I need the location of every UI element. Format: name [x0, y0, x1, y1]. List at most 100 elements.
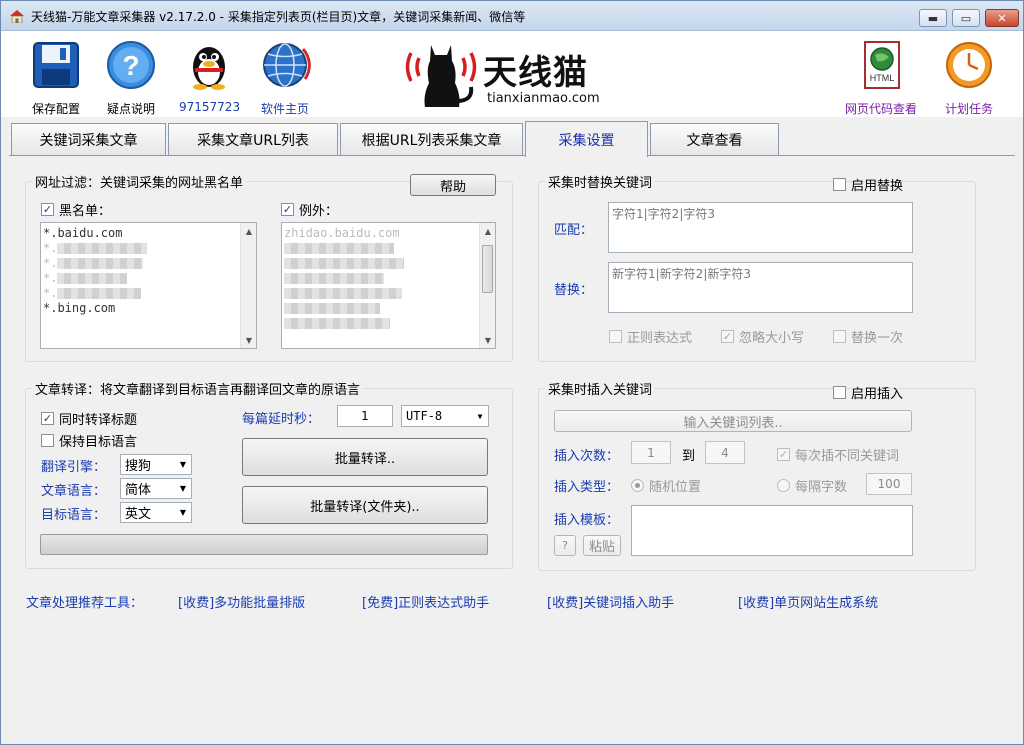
- radio-selected-icon: [631, 479, 644, 492]
- scheduled-task-button[interactable]: 计划任务: [937, 35, 1001, 117]
- scroll-down-icon[interactable]: ▼: [480, 332, 495, 348]
- minimize-button[interactable]: ▬: [919, 9, 947, 27]
- to-label: 到: [682, 449, 696, 464]
- software-home-button[interactable]: 软件主页: [255, 35, 315, 117]
- save-config-button[interactable]: 保存配置: [27, 35, 85, 117]
- help-notes-button[interactable]: ? 疑点说明: [101, 35, 161, 117]
- list-item: *.: [41, 286, 256, 301]
- window-title: 天线猫-万能文章采集器 v2.17.2.0 - 采集指定列表页(栏目页)文章，关…: [31, 10, 526, 24]
- encoding-value: UTF-8: [406, 409, 443, 423]
- qq-contact-button[interactable]: 97157723: [179, 35, 240, 114]
- link-keyword-insert-helper[interactable]: [收费]关键词插入助手: [547, 592, 674, 611]
- html-code-view-button[interactable]: HTML 网页代码查看: [841, 35, 921, 117]
- list-item: [282, 286, 495, 301]
- enable-insert-checkbox[interactable]: 启用插入: [833, 383, 903, 402]
- sync-title-checkbox[interactable]: ✓ 同时转译标题: [41, 409, 137, 428]
- scroll-thumb[interactable]: [482, 245, 493, 293]
- match-textarea[interactable]: 字符1|字符2|字符3: [608, 202, 913, 253]
- blacklist-checkbox[interactable]: ✓ 黑名单：: [41, 200, 111, 219]
- every-n-chars-label: 每隔字数: [795, 480, 848, 495]
- every-n-chars-radio[interactable]: 每隔字数: [777, 476, 847, 495]
- regex-label: 正则表达式: [627, 331, 693, 346]
- scroll-up-icon[interactable]: ▲: [480, 223, 495, 239]
- logo-domain-text: tianxianmao.com: [487, 91, 600, 106]
- close-button[interactable]: ✕: [985, 9, 1019, 27]
- chevron-down-icon: ▼: [179, 460, 187, 469]
- exception-textarea[interactable]: zhidao.baidu.com ▲ ▼: [281, 222, 496, 349]
- scroll-up-icon[interactable]: ▲: [241, 223, 256, 239]
- exception-checkbox[interactable]: ✓ 例外：: [281, 200, 338, 219]
- checkbox-box: [833, 330, 846, 343]
- link-regex-helper[interactable]: [免费]正则表达式助手: [362, 592, 489, 611]
- replace-once-label: 替换一次: [851, 331, 904, 346]
- cat-antenna-logo-icon: [405, 45, 477, 107]
- ignore-case-checkbox[interactable]: ✓ 忽略大小写: [721, 327, 804, 346]
- blacklist-label: 黑名单：: [59, 204, 112, 219]
- encoding-select[interactable]: UTF-8 ▼: [401, 405, 489, 427]
- maximize-button[interactable]: ▭: [952, 9, 980, 27]
- every-n-chars-input[interactable]: 100: [866, 473, 912, 495]
- replace-once-checkbox[interactable]: 替换一次: [833, 327, 903, 346]
- list-item: *.: [41, 271, 256, 286]
- list-item: *.baidu.com: [43, 226, 123, 240]
- insert-count-from-input[interactable]: 1: [631, 441, 671, 464]
- tools-label: 文章处理推荐工具：: [26, 596, 144, 611]
- paste-button[interactable]: 粘贴: [583, 535, 621, 556]
- enable-insert-label: 启用插入: [851, 387, 904, 402]
- tab-keyword-collect[interactable]: 关键词采集文章: [11, 123, 166, 156]
- title-bar: 天线猫-万能文章采集器 v2.17.2.0 - 采集指定列表页(栏目页)文章，关…: [1, 1, 1023, 31]
- blacklist-scrollbar[interactable]: ▲ ▼: [240, 223, 256, 348]
- batch-translate-button[interactable]: 批量转译..: [242, 438, 488, 476]
- insert-count-label: 插入次数：: [554, 449, 620, 464]
- link-single-page-site-generator[interactable]: [收费]单页网站生成系统: [738, 592, 878, 611]
- replace-textarea[interactable]: 新字符1|新字符2|新字符3: [608, 262, 913, 313]
- target-lang-value: 英文: [125, 507, 152, 522]
- blacklist-textarea[interactable]: *.baidu.com *. *. *. *. *.bing.com ▲ ▼: [40, 222, 257, 349]
- list-item: zhidao.baidu.com: [284, 226, 400, 240]
- exception-scrollbar[interactable]: ▲ ▼: [479, 223, 495, 348]
- link-batch-formatter[interactable]: [收费]多功能批量排版: [178, 592, 305, 611]
- maximize-icon: ▭: [960, 11, 972, 25]
- check-icon: ✓: [721, 330, 734, 343]
- tab-strip: 关键词采集文章 采集文章URL列表 根据URL列表采集文章 采集设置 文章查看: [1, 121, 1023, 157]
- minimize-icon: ▬: [927, 11, 939, 25]
- translate-title: 文章转译：将文章翻译到目标语言再翻译回文章的原语言: [32, 379, 364, 398]
- ignore-case-label: 忽略大小写: [739, 331, 805, 346]
- enable-replace-checkbox[interactable]: 启用替换: [833, 175, 903, 194]
- app-window: 天线猫-万能文章采集器 v2.17.2.0 - 采集指定列表页(栏目页)文章，关…: [0, 0, 1024, 745]
- source-lang-value: 简体: [125, 483, 152, 498]
- target-lang-select[interactable]: 英文 ▼: [120, 502, 192, 523]
- delay-input[interactable]: 1: [337, 405, 393, 427]
- template-help-button[interactable]: ?: [554, 535, 576, 556]
- translate-progress-bar: [40, 534, 488, 555]
- save-config-label: 保存配置: [31, 102, 80, 116]
- keep-target-checkbox[interactable]: 保持目标语言: [41, 431, 137, 450]
- insert-template-textarea[interactable]: [631, 505, 913, 556]
- batch-translate-folder-button[interactable]: 批量转译(文件夹)..: [242, 486, 488, 524]
- match-label: 匹配：: [554, 223, 594, 238]
- check-icon: ✓: [41, 412, 54, 425]
- regex-checkbox[interactable]: 正则表达式: [609, 327, 692, 346]
- keyword-list-button[interactable]: 输入关键词列表..: [554, 410, 912, 432]
- source-lang-select[interactable]: 简体 ▼: [120, 478, 192, 499]
- clock-icon: [946, 42, 992, 88]
- url-filter-title: 网址过滤：关键词采集的网址黑名单: [32, 172, 247, 191]
- tab-collect-by-url-list[interactable]: 根据URL列表采集文章: [340, 123, 523, 156]
- engine-label: 翻译引擎：: [41, 460, 107, 475]
- scroll-down-icon[interactable]: ▼: [241, 332, 256, 348]
- tab-collect-settings[interactable]: 采集设置: [525, 121, 648, 157]
- checkbox-box: [833, 178, 846, 191]
- engine-value: 搜狗: [125, 459, 152, 474]
- distinct-keyword-checkbox[interactable]: ✓ 每次插不同关键词: [777, 445, 899, 464]
- random-position-radio[interactable]: 随机位置: [631, 476, 701, 495]
- software-home-label: 软件主页: [260, 102, 309, 116]
- check-icon: ✓: [777, 448, 790, 461]
- source-lang-label: 文章语言：: [41, 484, 107, 499]
- html-file-icon: HTML: [864, 41, 900, 89]
- insert-title: 采集时插入关键词: [545, 379, 656, 398]
- insert-count-to-input[interactable]: 4: [705, 441, 745, 464]
- help-button[interactable]: 帮助: [410, 174, 496, 196]
- tab-article-view[interactable]: 文章查看: [650, 123, 779, 156]
- engine-select[interactable]: 搜狗 ▼: [120, 454, 192, 475]
- tab-url-list[interactable]: 采集文章URL列表: [168, 123, 338, 156]
